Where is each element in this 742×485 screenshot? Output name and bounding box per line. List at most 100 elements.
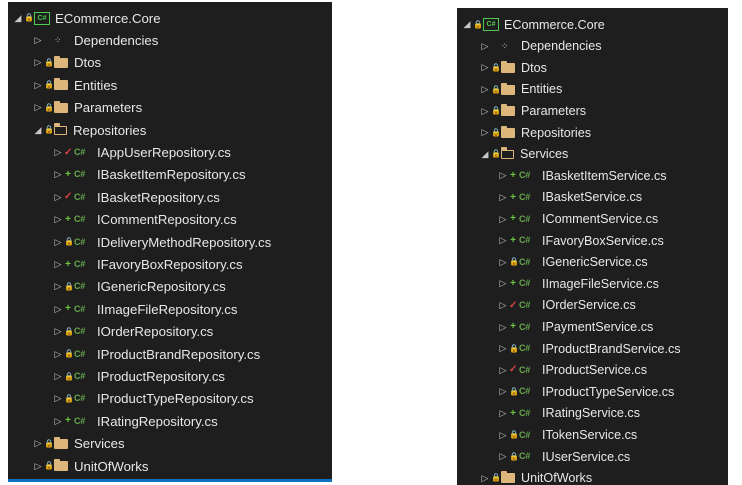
collapse-arrow-icon[interactable]: ▷ (52, 372, 64, 381)
file-node[interactable]: ▷ + C# IRatingService.cs (497, 403, 640, 425)
folder-node[interactable]: ▷ 🔒 Parameters (479, 100, 586, 122)
tree-item-label: IProductTypeService.cs (542, 384, 675, 399)
lock-icon: 🔒 (509, 257, 519, 267)
folder-node-open[interactable]: ◢ 🔒 Repositories (32, 119, 146, 141)
collapse-arrow-icon[interactable]: ▷ (479, 128, 491, 137)
added-plus-icon: + (510, 213, 516, 225)
collapse-arrow-icon[interactable]: ▷ (52, 416, 64, 426)
collapse-arrow-icon[interactable]: ▷ (52, 260, 64, 269)
collapse-arrow-icon[interactable]: ▷ (32, 58, 44, 67)
collapse-arrow-icon[interactable]: ▷ (497, 430, 509, 440)
folder-node[interactable]: ▷ 🔒 UnitOfWorks (479, 468, 592, 485)
collapse-arrow-icon[interactable]: ▷ (497, 452, 509, 461)
file-node[interactable]: ▷ + C# IFavoryBoxRepository.cs (52, 253, 243, 275)
collapse-arrow-icon[interactable]: ▷ (497, 344, 509, 353)
collapse-arrow-icon[interactable]: ▷ (32, 36, 44, 45)
modified-check-icon: ✓ (64, 191, 73, 203)
lock-icon: 🔒 (491, 127, 501, 137)
file-node[interactable]: ▷ 🔒 C# IGenericRepository.cs (52, 276, 226, 298)
collapse-arrow-icon[interactable]: ▷ (497, 193, 509, 202)
folder-node[interactable]: ▷ 🔒 Dtos (479, 57, 547, 79)
collapse-arrow-icon[interactable]: ▷ (52, 282, 64, 291)
file-node[interactable]: ▷ 🔒 C# IUserService.cs (497, 446, 631, 468)
collapse-arrow-icon[interactable]: ▷ (52, 304, 64, 314)
modified-check-icon: ✓ (64, 146, 73, 158)
collapse-arrow-icon[interactable]: ▷ (52, 148, 64, 157)
collapse-arrow-icon[interactable]: ▷ (479, 473, 491, 483)
file-node[interactable]: ▷ 🔒 C# IProductTypeRepository.cs (52, 388, 254, 410)
lock-icon: 🔒 (491, 149, 501, 159)
file-node[interactable]: ▷ + C# IRatingRepository.cs (52, 410, 218, 432)
collapse-arrow-icon[interactable]: ▷ (52, 215, 64, 224)
file-node[interactable]: ▷ + C# IImageFileRepository.cs (52, 298, 238, 320)
folder-node[interactable]: ▷ 🔒 Entities (32, 74, 117, 96)
collapse-arrow-icon[interactable]: ▷ (32, 80, 44, 90)
file-node[interactable]: ▷ 🔒 C# IOrderRepository.cs (52, 321, 214, 343)
file-node[interactable]: ▷ + C# IBasketService.cs (497, 187, 643, 209)
file-node[interactable]: ▷ ✓ C# IProductService.cs (497, 360, 647, 382)
collapse-arrow-icon[interactable]: ▷ (479, 85, 491, 94)
expand-arrow-icon[interactable]: ◢ (32, 125, 44, 135)
file-node[interactable]: ▷ + C# ICommentRepository.cs (52, 209, 237, 231)
collapse-arrow-icon[interactable]: ▷ (497, 322, 509, 332)
folder-icon (54, 436, 68, 449)
project-node[interactable]: ◢ 🔒 C# ECommerce.Core (12, 7, 161, 29)
dependencies-node[interactable]: ▷ ⁘ Dependencies (479, 36, 602, 58)
folder-node-open[interactable]: ◢ 🔒 Services (479, 144, 568, 166)
folder-node[interactable]: ▷ 🔒 Repositories (479, 122, 591, 144)
file-node[interactable]: ▷ + C# IFavoryBoxService.cs (497, 230, 664, 252)
file-node[interactable]: ▷ 🔒 C# IGenericService.cs (497, 252, 648, 274)
file-node[interactable]: ▷ + C# IBasketItemService.cs (497, 165, 667, 187)
collapse-arrow-icon[interactable]: ▷ (497, 236, 509, 245)
file-node[interactable]: ▷ + C# IPaymentService.cs (497, 316, 654, 338)
file-node[interactable]: ▷ 🔒 C# ITokenService.cs (497, 424, 638, 446)
collapse-arrow-icon[interactable]: ▷ (479, 106, 491, 116)
file-node[interactable]: ▷ 🔒 C# IProductRepository.cs (52, 365, 226, 387)
collapse-arrow-icon[interactable]: ▷ (497, 279, 509, 288)
collapse-arrow-icon[interactable]: ▷ (497, 365, 509, 375)
collapse-arrow-icon[interactable]: ▷ (497, 387, 509, 396)
collapse-arrow-icon[interactable]: ▷ (52, 170, 64, 179)
folder-node[interactable]: ▷ 🔒 UnitOfWorks (32, 455, 149, 477)
collapse-arrow-icon[interactable]: ▷ (497, 409, 509, 418)
expand-arrow-icon[interactable]: ◢ (461, 20, 473, 29)
collapse-arrow-icon[interactable]: ▷ (32, 461, 44, 471)
csharp-file-icon: C# (74, 191, 85, 202)
project-node[interactable]: ◢ 🔒 C# ECommerce.Core (461, 14, 605, 36)
tree-item-label: Entities (521, 82, 563, 97)
file-node[interactable]: ▷ + C# ICommentService.cs (497, 208, 659, 230)
file-node[interactable]: ▷ + C# IBasketItemRepository.cs (52, 164, 246, 186)
csharp-file-icon: C# (519, 256, 530, 267)
dependencies-node[interactable]: ▷ ⁘ Dependencies (32, 29, 159, 51)
file-node[interactable]: ▷ 🔒 C# IProductBrandService.cs (497, 338, 681, 360)
collapse-arrow-icon[interactable]: ▷ (497, 257, 509, 267)
file-node[interactable]: ▷ + C# IImageFileService.cs (497, 273, 659, 295)
collapse-arrow-icon[interactable]: ▷ (497, 214, 509, 224)
expand-arrow-icon[interactable]: ◢ (12, 13, 24, 23)
file-node[interactable]: ▷ 🔒 C# IProductTypeService.cs (497, 381, 675, 403)
collapse-arrow-icon[interactable]: ▷ (52, 327, 64, 336)
folder-node[interactable]: ▷ 🔒 Dtos (32, 52, 101, 74)
file-node[interactable]: ▷ 🔒 C# IProductBrandRepository.cs (52, 343, 261, 365)
file-node[interactable]: ▷ 🔒 C# IDeliveryMethodRepository.cs (52, 231, 272, 253)
collapse-arrow-icon[interactable]: ▷ (52, 192, 64, 202)
folder-node[interactable]: ▷ 🔒 Entities (479, 79, 562, 101)
collapse-arrow-icon[interactable]: ▷ (32, 103, 44, 112)
collapse-arrow-icon[interactable]: ▷ (52, 349, 64, 359)
file-node[interactable]: ▷ ✓ C# IBasketRepository.cs (52, 186, 220, 208)
collapse-arrow-icon[interactable]: ▷ (32, 439, 44, 448)
added-plus-icon: + (65, 258, 71, 270)
file-node[interactable]: ▷ ✓ C# IAppUserRepository.cs (52, 141, 231, 163)
collapse-arrow-icon[interactable]: ▷ (497, 301, 509, 310)
folder-node[interactable]: ▷ 🔒 Services (32, 433, 125, 455)
folder-node[interactable]: ▷ 🔒 Parameters (32, 97, 142, 119)
collapse-arrow-icon[interactable]: ▷ (479, 63, 491, 72)
collapse-arrow-icon[interactable]: ▷ (497, 171, 509, 180)
collapse-arrow-icon[interactable]: ▷ (479, 41, 491, 51)
tree-item-label: IProductTypeRepository.cs (97, 391, 254, 407)
expand-arrow-icon[interactable]: ◢ (479, 149, 491, 159)
collapse-arrow-icon[interactable]: ▷ (52, 237, 64, 247)
added-plus-icon: + (510, 191, 516, 203)
collapse-arrow-icon[interactable]: ▷ (52, 394, 64, 403)
file-node[interactable]: ▷ ✓ C# IOrderService.cs (497, 295, 636, 317)
